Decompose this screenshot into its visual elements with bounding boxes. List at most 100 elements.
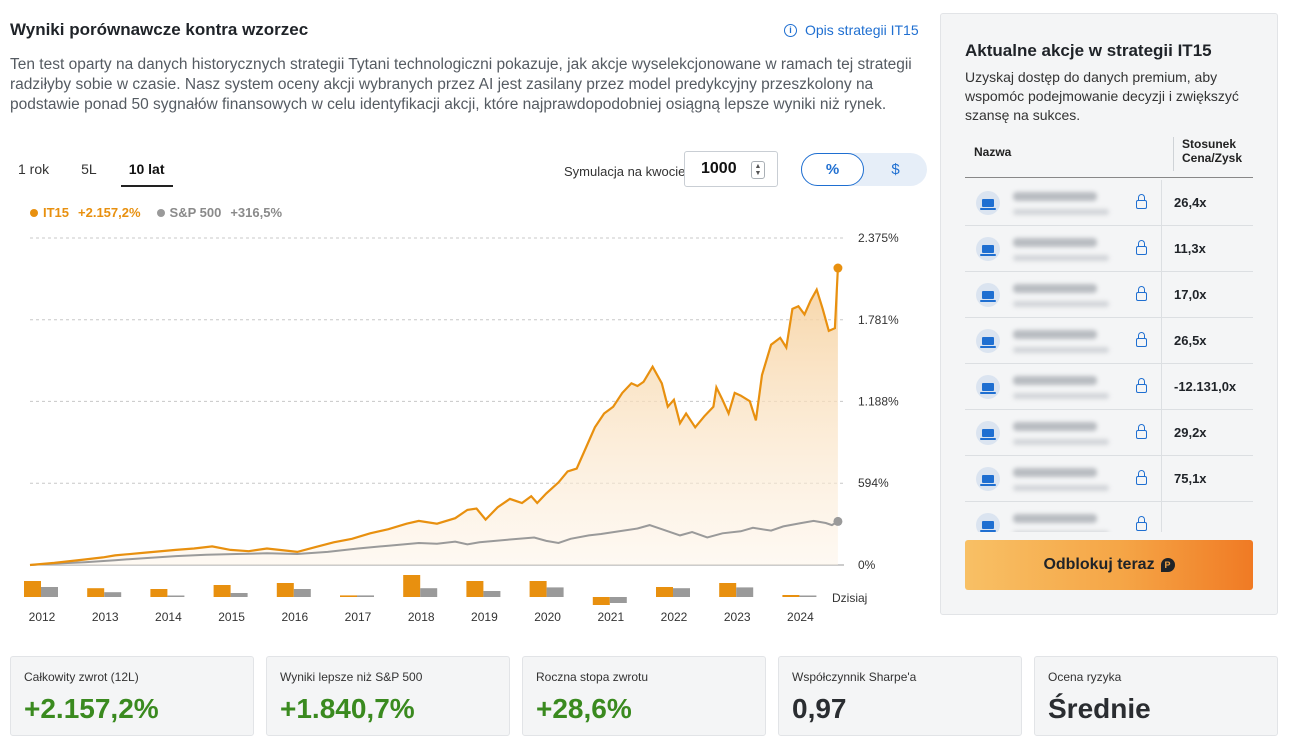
stat-annual-return: Roczna stopa zwrotu +28,6% bbox=[522, 656, 766, 736]
toggle-dollar[interactable]: $ bbox=[864, 153, 927, 186]
column-pe-line1: Stosunek bbox=[1182, 137, 1237, 151]
x-tick-label: 2023 bbox=[724, 610, 751, 624]
y-tick-label: 0% bbox=[858, 558, 876, 572]
legend-it15[interactable]: IT15 +2.157,2% bbox=[30, 205, 141, 220]
stat-risk-rating: Ocena ryzyka Średnie bbox=[1034, 656, 1278, 736]
tab-5-years[interactable]: 5L bbox=[73, 156, 105, 187]
stepper-up-icon[interactable]: ▲ bbox=[755, 163, 762, 170]
x-tick-label: 2014 bbox=[155, 610, 182, 624]
cell-divider bbox=[1161, 318, 1162, 364]
pe-ratio-value: 29,2x bbox=[1174, 425, 1207, 440]
pe-ratio-value: 11,3x bbox=[1174, 241, 1206, 256]
annual-bar-sp500 bbox=[357, 595, 374, 597]
stat-label: Wyniki lepsze niż S&P 500 bbox=[280, 670, 423, 684]
lock-icon[interactable] bbox=[1136, 332, 1147, 347]
cell-divider bbox=[1161, 272, 1162, 318]
laptop-icon bbox=[976, 237, 1000, 261]
x-tick-label: 2015 bbox=[218, 610, 245, 624]
x-tick-label: 2022 bbox=[661, 610, 688, 624]
annual-bar-it15 bbox=[150, 589, 168, 597]
x-tick-label: 2016 bbox=[281, 610, 308, 624]
legend-sp500-dot bbox=[156, 208, 165, 217]
stock-row[interactable]: -12.131,0x bbox=[965, 364, 1253, 410]
hidden-ticker bbox=[1013, 192, 1097, 201]
lock-icon[interactable] bbox=[1136, 470, 1147, 485]
annual-bar-sp500 bbox=[546, 587, 564, 597]
hidden-ticker bbox=[1013, 330, 1097, 339]
simulation-label: Symulacja na kwocie bbox=[564, 164, 686, 179]
info-icon: i bbox=[784, 23, 797, 37]
x-tick-label: 2018 bbox=[408, 610, 435, 624]
annual-bar-it15 bbox=[87, 588, 105, 597]
legend-sp500[interactable]: S&P 500 +316,5% bbox=[156, 205, 282, 220]
lock-icon[interactable] bbox=[1136, 194, 1147, 209]
pe-ratio-value: 26,4x bbox=[1174, 195, 1207, 210]
stocks-table-body: 26,4x 11,3x 17,0x 26,5x -12.131,0x 29,2x 75,1x bbox=[965, 180, 1253, 532]
x-tick-label: 2013 bbox=[92, 610, 119, 624]
stock-row[interactable]: 26,4x bbox=[965, 180, 1253, 226]
x-tick-label: 2019 bbox=[471, 610, 498, 624]
stepper-down-icon[interactable]: ▼ bbox=[755, 170, 762, 177]
stocks-table-header: Nazwa Stosunek Cena/Zysk bbox=[965, 134, 1253, 178]
lock-icon[interactable] bbox=[1136, 378, 1147, 393]
annual-bar-it15 bbox=[466, 581, 484, 597]
performance-chart[interactable]: 2.375% 1.781% 1.188% 594% 0% 2012 2013 2014 2015… bbox=[0, 225, 920, 630]
amount-stepper[interactable]: ▲ ▼ bbox=[751, 161, 765, 179]
stat-value: Średnie bbox=[1048, 693, 1151, 724]
annual-bar-it15 bbox=[592, 597, 610, 605]
annual-bar-sp500 bbox=[230, 593, 248, 597]
chart-legend: IT15 +2.157,2% S&P 500 +316,5% bbox=[30, 205, 282, 220]
annual-bar-sp500 bbox=[104, 592, 122, 597]
stock-row[interactable]: 26,5x bbox=[965, 318, 1253, 364]
stat-sharpe-ratio: Współczynnik Sharpe'a 0,97 bbox=[778, 656, 1022, 736]
simulation-amount-value[interactable]: 1000 bbox=[701, 160, 737, 178]
laptop-icon bbox=[976, 375, 1000, 399]
x-tick-label: 2024 bbox=[787, 610, 814, 624]
pe-ratio-value: 26,5x bbox=[1174, 333, 1207, 348]
simulation-amount-input[interactable]: 1000 ▲ ▼ bbox=[684, 151, 778, 187]
legend-it15-dot bbox=[30, 208, 38, 217]
stat-total-return: Całkowity zwrot (12L) +2.157,2% bbox=[10, 656, 254, 736]
tab-1-year[interactable]: 1 rok bbox=[10, 156, 57, 187]
unlock-button-label[interactable]: Odblokuj teraz bbox=[1043, 556, 1154, 574]
strategy-link-label[interactable]: Opis strategii IT15 bbox=[805, 22, 919, 38]
lock-icon[interactable] bbox=[1136, 240, 1147, 255]
side-panel-title: Aktualne akcje w strategii IT15 bbox=[965, 41, 1212, 60]
hidden-ticker bbox=[1013, 422, 1097, 431]
hidden-company-name bbox=[1013, 393, 1109, 399]
tab-10-years[interactable]: 10 lat bbox=[120, 156, 173, 187]
y-tick-label: 2.375% bbox=[858, 231, 899, 245]
hidden-company-name bbox=[1013, 209, 1109, 215]
stock-row[interactable] bbox=[965, 502, 1253, 532]
lock-icon[interactable] bbox=[1136, 516, 1147, 531]
y-tick-label: 1.188% bbox=[858, 394, 899, 408]
current-stocks-panel: Aktualne akcje w strategii IT15 Uzyskaj … bbox=[940, 13, 1278, 615]
annual-bar-it15 bbox=[403, 575, 421, 597]
annual-bar-it15 bbox=[340, 595, 357, 597]
toggle-percent[interactable]: % bbox=[801, 153, 864, 186]
side-panel-text: Uzyskaj dostęp do danych premium, aby ws… bbox=[965, 69, 1239, 123]
it15-endpoint bbox=[833, 263, 843, 273]
unlock-button[interactable]: Odblokuj teraz P bbox=[965, 540, 1253, 590]
laptop-icon bbox=[976, 191, 1000, 215]
strategy-description-link[interactable]: i Opis strategii IT15 bbox=[784, 22, 919, 38]
lock-icon[interactable] bbox=[1136, 424, 1147, 439]
pe-ratio-value: -12.131,0x bbox=[1174, 379, 1237, 394]
sp500-endpoint bbox=[833, 516, 843, 526]
annual-bar-it15 bbox=[719, 583, 737, 597]
stock-row[interactable]: 75,1x bbox=[965, 456, 1253, 502]
annual-bar-sp500 bbox=[673, 588, 690, 597]
hidden-ticker bbox=[1013, 238, 1097, 247]
hidden-company-name bbox=[1013, 485, 1109, 491]
column-pe-line2: Cena/Zysk bbox=[1182, 151, 1243, 165]
x-tick-label: 2020 bbox=[534, 610, 561, 624]
stock-row[interactable]: 29,2x bbox=[965, 410, 1253, 456]
annual-bar-sp500 bbox=[483, 591, 501, 597]
stock-row[interactable]: 11,3x bbox=[965, 226, 1253, 272]
stock-row[interactable]: 17,0x bbox=[965, 272, 1253, 318]
it15-area bbox=[30, 268, 838, 565]
lock-icon[interactable] bbox=[1136, 286, 1147, 301]
hidden-ticker bbox=[1013, 376, 1097, 385]
legend-it15-name: IT15 bbox=[43, 205, 70, 220]
annual-bar-it15 bbox=[276, 583, 294, 597]
